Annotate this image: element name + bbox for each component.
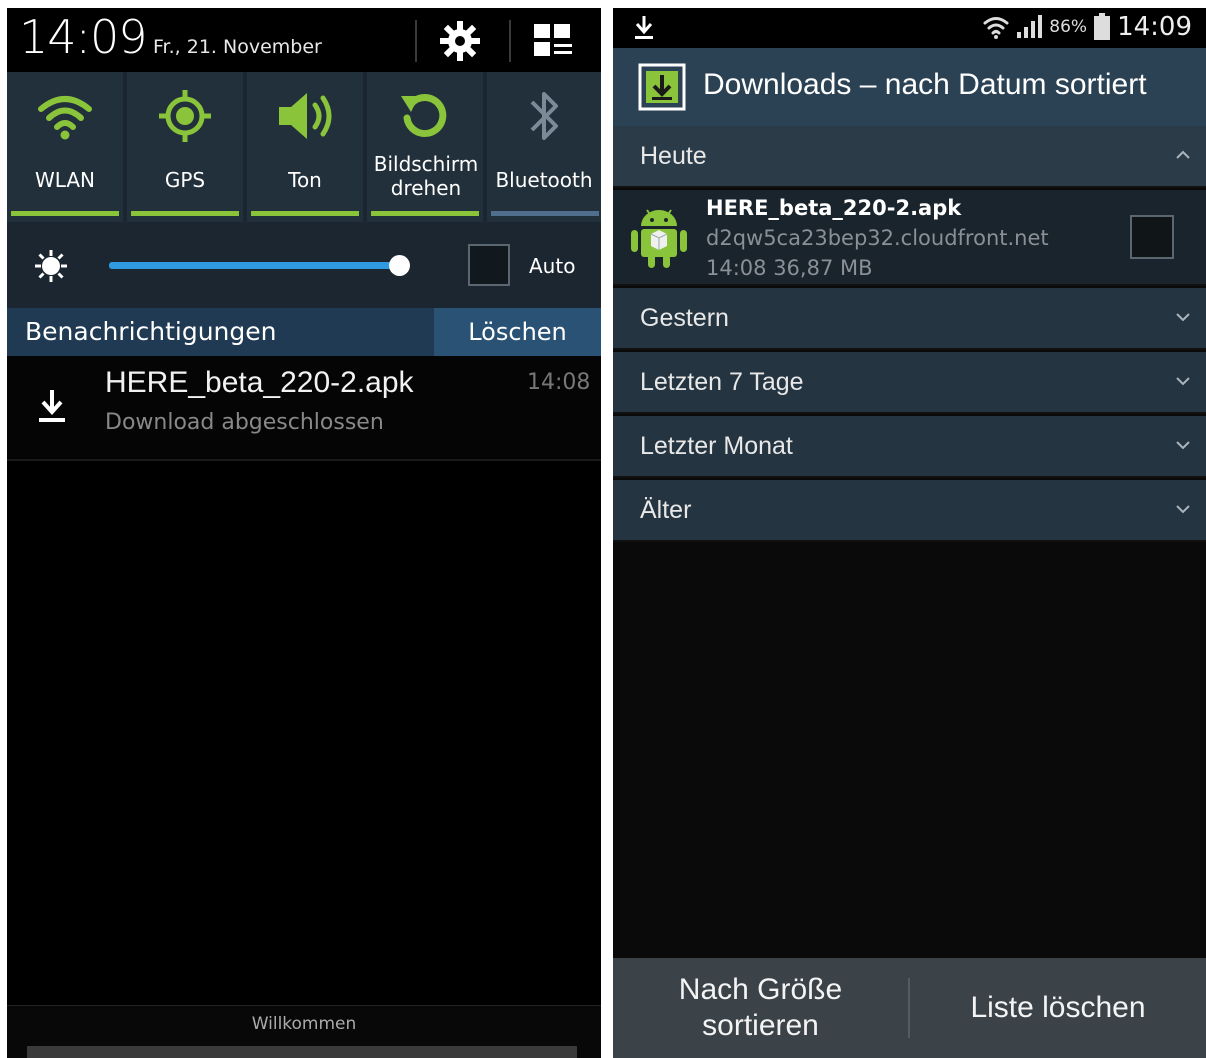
brightness-icon [35,250,67,282]
android-apk-icon [631,209,687,268]
bottom-action-bar: Nach Größe sortieren Liste löschen [613,958,1206,1058]
speaker-icon [279,93,332,139]
qs-indicator [131,211,239,216]
section-label: Gestern [640,304,729,332]
brightness-slider[interactable] [109,255,411,276]
auto-brightness-checkbox[interactable] [468,244,510,286]
divider [509,20,511,62]
downloads-app: 86% 14:09 Downloads – nach Datum sortier… [613,8,1206,1058]
notification-panel: 14:09 Fr., 21. November WLAN GPS Ton Bil… [7,8,601,1058]
qs-tile-bluetooth[interactable]: Bluetooth [487,72,601,222]
section-today[interactable]: Heute [613,126,1206,188]
qs-indicator [491,211,599,216]
download-icon [39,390,65,422]
qs-label: WLAN [34,168,96,192]
divider [415,20,417,62]
brightness-control: Auto [7,222,601,308]
status-time: 14:09 [1117,12,1192,42]
section-yesterday[interactable]: Gestern [613,288,1206,350]
grid-edit-icon[interactable] [530,18,576,64]
qs-tile-wlan[interactable]: WLAN [7,72,123,222]
qs-indicator [371,211,479,216]
clear-list-button[interactable]: Liste löschen [910,958,1206,1058]
download-status-icon [635,16,653,39]
qs-indicator [251,211,359,216]
action-bar-title: Downloads – nach Datum sortiert [703,68,1147,101]
notifications-title: Benachrichtigungen [25,317,277,346]
welcome-footer: Willkommen [7,1005,601,1058]
chevron-down-icon [1176,441,1190,450]
signal-icon [1017,15,1043,38]
chevron-down-icon [1176,377,1190,386]
gps-icon [159,90,211,142]
qs-label: GPS [164,168,206,192]
notification-item[interactable]: HERE_beta_220-2.apk Download abgeschloss… [7,356,601,461]
notification-header: 14:09 Fr., 21. November [7,8,601,72]
section-older[interactable]: Älter [613,480,1206,542]
chevron-down-icon [1176,505,1190,514]
section-label: Heute [640,142,707,170]
battery-percent: 86% [1049,17,1088,37]
section-label: Letzter Monat [640,432,793,460]
chevron-up-icon [1176,150,1190,159]
notifications-header: Benachrichtigungen Löschen [7,308,601,356]
slider-fill [109,262,400,269]
section-last-7-days[interactable]: Letzten 7 Tage [613,352,1206,414]
quick-settings: WLAN GPS Ton Bildschirm drehen Bluetooth [7,72,601,222]
welcome-text: Willkommen [251,1014,357,1034]
wifi-status-icon [983,17,1009,39]
rotate-icon [401,94,447,137]
download-select-checkbox[interactable] [1130,215,1174,259]
chevron-down-icon [1176,313,1190,322]
section-label: Älter [640,496,692,524]
section-last-month[interactable]: Letzter Monat [613,416,1206,478]
qs-tile-gps[interactable]: GPS [127,72,243,222]
download-filename: HERE_beta_220-2.apk [706,196,962,220]
bluetooth-icon [530,92,558,140]
section-label: Letzten 7 Tage [640,368,804,396]
notification-time: 14:08 [527,370,591,395]
qs-label: Bluetooth [495,168,593,192]
status-bar: 86% 14:09 [613,8,1206,48]
clock: 14:09 [19,10,148,64]
action-bar: Downloads – nach Datum sortiert [613,48,1206,126]
wifi-icon [38,96,92,140]
notification-title: HERE_beta_220-2.apk [105,366,414,399]
download-item[interactable]: HERE_beta_220-2.apk d2qw5ca23bep32.cloud… [613,190,1206,286]
downloads-app-icon[interactable] [637,62,687,112]
date: Fr., 21. November [153,36,322,58]
sort-by-size-button[interactable]: Nach Größe sortieren [613,958,908,1058]
download-host: d2qw5ca23bep32.cloudfront.net [706,226,1049,250]
gear-icon[interactable] [437,18,483,64]
qs-label: Ton [288,168,322,192]
qs-tile-rotate[interactable]: Bildschirm drehen [367,72,483,222]
notification-subtitle: Download abgeschlossen [105,410,384,435]
download-meta: 14:08 36,87 MB [706,256,873,280]
qs-indicator [11,211,119,216]
qs-label: Bildschirm drehen [373,152,479,200]
auto-brightness-label: Auto [529,254,576,278]
qs-tile-sound[interactable]: Ton [247,72,363,222]
drag-handle[interactable] [27,1046,577,1058]
slider-thumb[interactable] [389,255,411,276]
clear-notifications-button[interactable]: Löschen [434,308,601,356]
battery-icon [1094,13,1111,40]
